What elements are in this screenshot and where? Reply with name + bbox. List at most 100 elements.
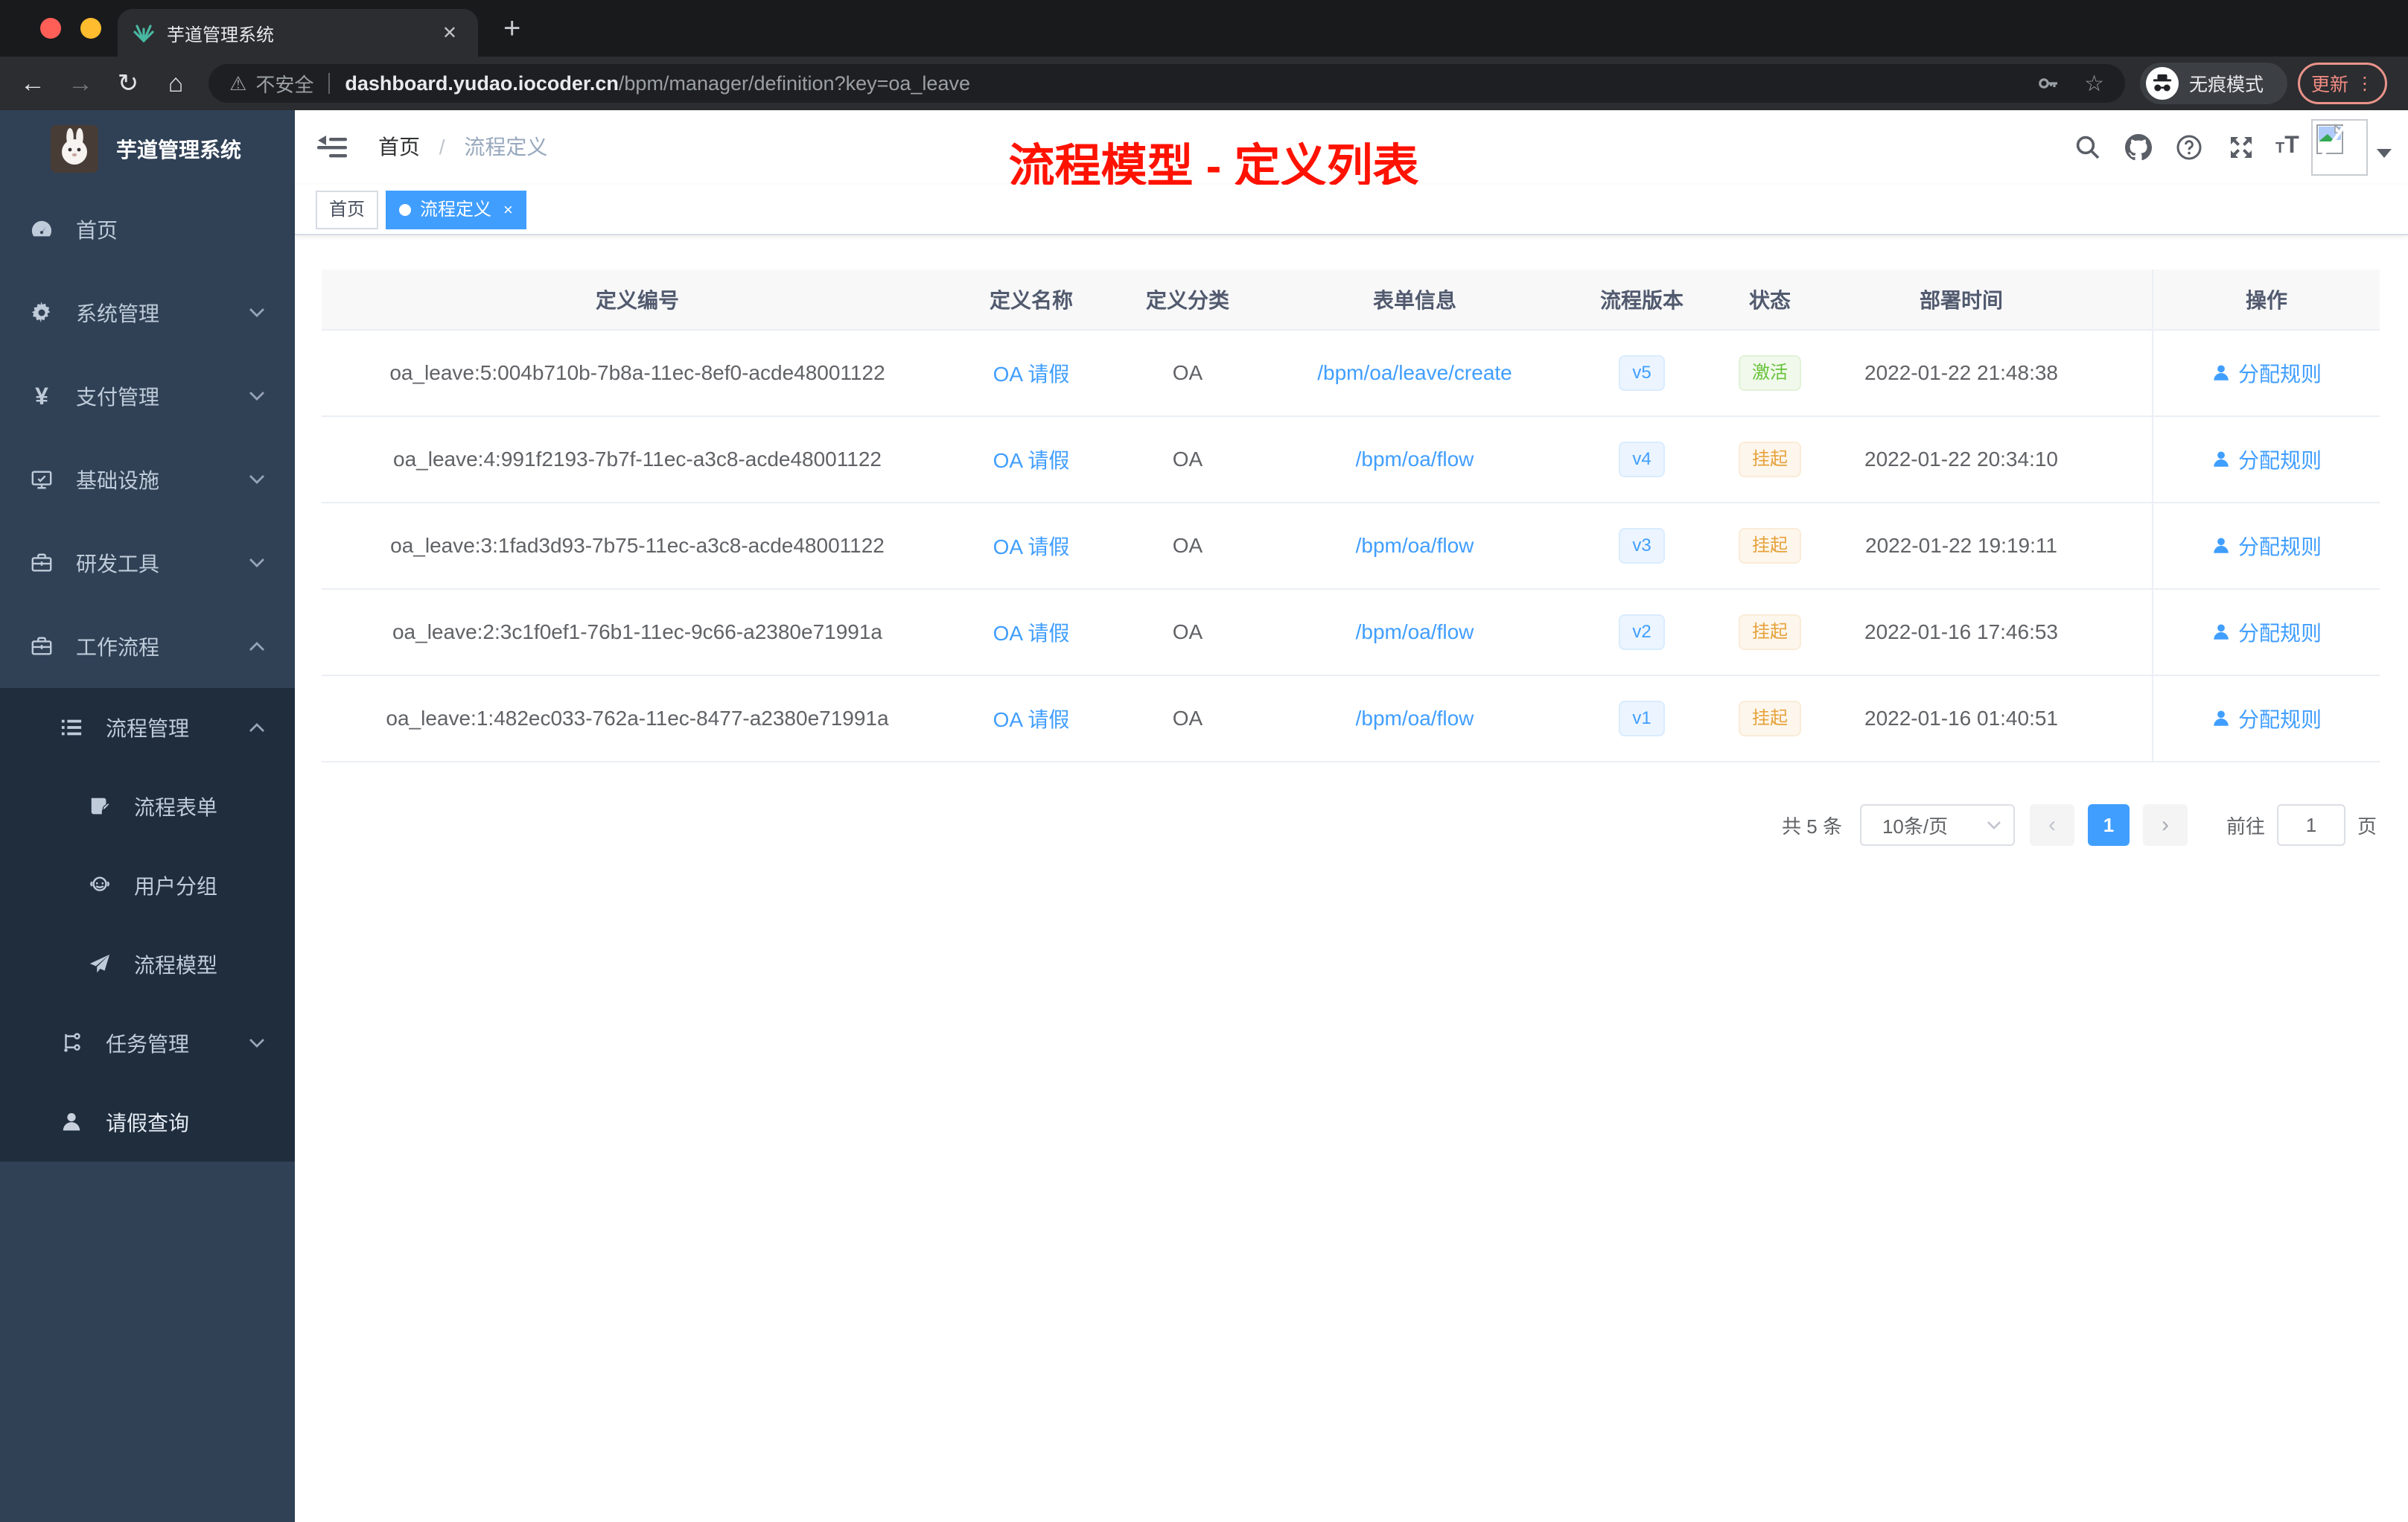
avatar[interactable]	[2311, 119, 2368, 176]
sidebar-item-workflow[interactable]: 工作流程	[0, 605, 295, 688]
prev-page-button[interactable]: ‹	[2029, 804, 2074, 846]
key-icon[interactable]	[2036, 71, 2060, 95]
form-link[interactable]: /bpm/oa/flow	[1356, 448, 1474, 471]
reload-icon[interactable]: ↻	[110, 57, 146, 110]
tag-label: 首页	[329, 200, 365, 220]
sidebar-item-process-model[interactable]: 流程模型	[0, 925, 295, 1004]
active-dot	[399, 204, 411, 216]
status-badge: 激活	[1739, 355, 1801, 391]
browser-menu-dots-icon[interactable]: ⋮	[2356, 73, 2374, 95]
toolbox-icon	[30, 551, 54, 575]
sidebar-item-process-form[interactable]: 流程表单	[0, 767, 295, 846]
current-page-button[interactable]: 1	[2087, 804, 2130, 846]
tag-label: 流程定义	[420, 200, 491, 220]
person-icon	[2214, 365, 2229, 380]
definition-name-link[interactable]: OA 请假	[993, 622, 1070, 645]
address-bar[interactable]: ⚠ 不安全 dashboard.yudao.iocoder.cn/bpm/man…	[208, 64, 2125, 103]
deploy-time: 2022-01-22 19:19:11	[1865, 534, 2057, 557]
pagination: 共 5 条 10条/页 ‹ 1 › 前往 页	[322, 804, 2380, 846]
briefcase-icon	[30, 634, 54, 658]
sidebar-item-system[interactable]: 系统管理	[0, 271, 295, 354]
sidebar-logo[interactable]: 芋道管理系统	[0, 110, 295, 188]
sidebar-item-user-group[interactable]: 用户分组	[0, 846, 295, 925]
tags-view: 首页 流程定义 ×	[295, 185, 2408, 235]
definition-name-link[interactable]: OA 请假	[993, 449, 1070, 472]
url-host: dashboard.yudao.iocoder.cn	[345, 71, 619, 95]
col-definition-id: 定义编号	[595, 289, 679, 312]
fullscreen-icon[interactable]	[2228, 134, 2255, 161]
hamburger-fold-icon[interactable]	[317, 133, 347, 162]
search-icon[interactable]	[2074, 134, 2101, 161]
assign-rule-button[interactable]: 分配规则	[2211, 617, 2322, 647]
incognito-badge: 无痕模式	[2140, 63, 2287, 104]
status-badge: 挂起	[1739, 701, 1801, 736]
definition-id: oa_leave:4:991f2193-7b7f-11ec-a3c8-acde4…	[393, 448, 882, 471]
version-badge: v4	[1619, 442, 1665, 477]
version-badge: v5	[1619, 355, 1665, 391]
form-link[interactable]: /bpm/oa/flow	[1356, 620, 1474, 643]
home-icon[interactable]: ⌂	[158, 57, 194, 110]
sidebar-item-label: 研发工具	[76, 553, 160, 576]
not-secure-warning-icon: ⚠	[229, 71, 247, 95]
new-tab-button[interactable]: +	[503, 10, 520, 46]
back-icon[interactable]: ←	[15, 57, 51, 110]
page-size-select[interactable]: 10条/页	[1859, 804, 2015, 846]
status-badge: 挂起	[1739, 614, 1801, 650]
sidebar-item-label: 任务管理	[106, 1033, 190, 1056]
tag-home[interactable]: 首页	[316, 191, 378, 229]
sidebar-item-process-management[interactable]: 流程管理	[0, 688, 295, 767]
breadcrumb: 首页 / 流程定义	[378, 110, 547, 185]
sidebar-submenu-workflow: 流程管理 流程表单 用户分组 流程模型 任务管理 请假查询	[0, 688, 295, 1162]
definition-name-link[interactable]: OA 请假	[993, 363, 1070, 386]
breadcrumb-separator: /	[439, 136, 445, 159]
assign-rule-button[interactable]: 分配规则	[2211, 531, 2322, 561]
sidebar-item-payment[interactable]: ¥ 支付管理	[0, 354, 295, 438]
sidebar-item-infra[interactable]: 基础设施	[0, 438, 295, 521]
chrome-update-button[interactable]: 更新 ⋮	[2298, 63, 2387, 104]
sidebar-item-leave-query[interactable]: 请假查询	[0, 1083, 295, 1162]
table-row: oa_leave:4:991f2193-7b7f-11ec-a3c8-acde4…	[322, 417, 2380, 503]
assign-rule-button[interactable]: 分配规则	[2211, 358, 2322, 388]
definition-name-link[interactable]: OA 请假	[993, 535, 1070, 558]
table-row: oa_leave:3:1fad3d93-7b75-11ec-a3c8-acde4…	[322, 503, 2380, 590]
person-icon	[2214, 710, 2229, 726]
definition-category: OA	[1172, 534, 1203, 557]
close-window-button[interactable]	[40, 18, 61, 39]
sidebar-item-home[interactable]: 首页	[0, 188, 295, 271]
sidebar-item-task-management[interactable]: 任务管理	[0, 1004, 295, 1083]
col-process-version: 流程版本	[1599, 289, 1684, 312]
minimize-window-button[interactable]	[80, 18, 101, 39]
browser-tabbar: 芋道管理系统 ✕ +	[0, 0, 2408, 57]
url-path: /bpm/manager/definition?key=oa_leave	[618, 71, 970, 95]
chevron-down-icon	[249, 307, 265, 319]
breadcrumb-home[interactable]: 首页	[378, 136, 420, 159]
monitor-icon	[30, 468, 54, 491]
assign-rule-button[interactable]: 分配规则	[2211, 445, 2322, 474]
form-link[interactable]: /bpm/oa/flow	[1356, 707, 1474, 730]
form-link[interactable]: /bpm/oa/flow	[1356, 534, 1474, 557]
sidebar-item-devtools[interactable]: 研发工具	[0, 521, 295, 605]
definition-table: 定义编号 定义名称 定义分类 表单信息 流程版本 状态 部署时间 操作 oa_l…	[322, 270, 2380, 846]
chevron-down-icon	[1987, 821, 2001, 830]
tag-close-icon[interactable]: ×	[503, 202, 513, 218]
form-link[interactable]: /bpm/oa/leave/create	[1317, 361, 1512, 384]
goto-label: 前往	[2226, 815, 2265, 838]
avatar-caret-down-icon[interactable]	[2377, 149, 2392, 158]
next-page-button[interactable]: ›	[2142, 804, 2188, 846]
deploy-time: 2022-01-16 01:40:51	[1864, 707, 2058, 730]
github-icon[interactable]	[2125, 134, 2152, 161]
bookmark-star-icon[interactable]: ☆	[2084, 71, 2104, 97]
assign-rule-button[interactable]: 分配规则	[2211, 704, 2322, 733]
definition-name-link[interactable]: OA 请假	[993, 708, 1070, 731]
browser-tab[interactable]: 芋道管理系统 ✕	[118, 9, 478, 57]
tab-close-icon[interactable]: ✕	[436, 19, 463, 47]
tree-icon	[60, 1031, 83, 1055]
tag-process-definition[interactable]: 流程定义 ×	[386, 191, 526, 229]
help-icon[interactable]	[2176, 134, 2202, 161]
sidebar-item-label: 流程管理	[106, 717, 190, 740]
goto-page-input[interactable]	[2276, 804, 2345, 846]
forward-icon[interactable]: →	[63, 57, 98, 110]
sidebar-item-label: 工作流程	[76, 636, 160, 659]
table-row: oa_leave:1:482ec033-762a-11ec-8477-a2380…	[322, 676, 2380, 762]
text-size-icon[interactable]: TT	[2275, 131, 2302, 158]
